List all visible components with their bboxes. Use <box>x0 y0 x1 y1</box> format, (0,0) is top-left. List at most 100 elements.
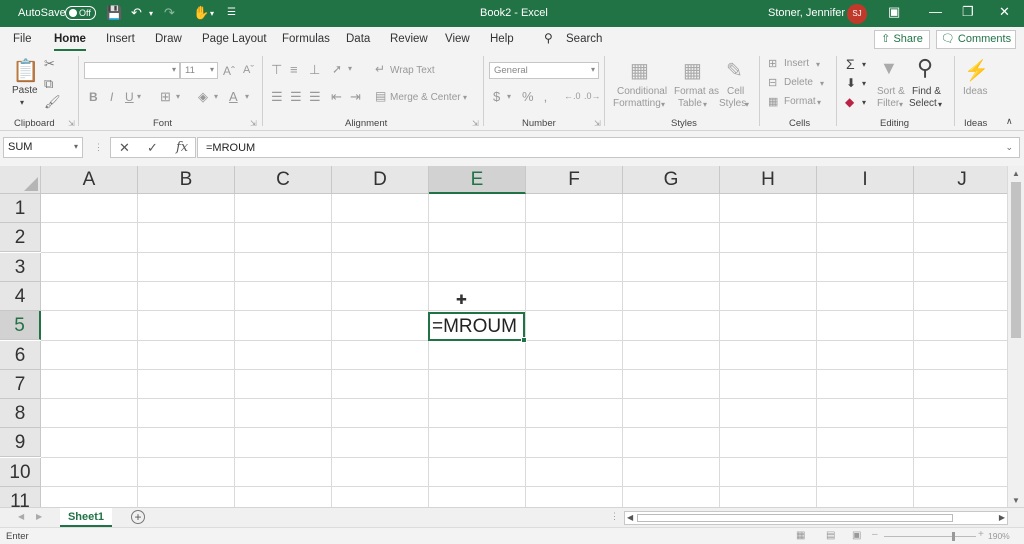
restore-icon[interactable]: ❐ <box>962 4 974 20</box>
fill-dropdown-icon[interactable]: ▾ <box>862 79 866 88</box>
share-button[interactable]: ⇧ Share <box>874 30 930 49</box>
merge-center-label[interactable]: Merge & Center <box>390 92 461 103</box>
autosum-icon[interactable]: Σ <box>846 56 855 72</box>
insert-cells-label[interactable]: Insert <box>784 58 809 69</box>
row-header-2[interactable]: 2 <box>0 223 41 253</box>
column-header-j[interactable]: J <box>914 166 1011 194</box>
tab-splitter-icon[interactable]: ⋮ <box>610 511 619 522</box>
vertical-scrollbar[interactable]: ▲ ▼ <box>1007 166 1024 507</box>
sort-filter-label[interactable]: Sort & <box>877 86 905 97</box>
row-header-9[interactable]: 9 <box>0 428 41 458</box>
clear-dropdown-icon[interactable]: ▾ <box>862 98 866 107</box>
touch-dropdown-icon[interactable]: ▾ <box>210 9 214 18</box>
decrease-decimal-icon[interactable]: .0→ <box>584 91 601 101</box>
fill-color-icon[interactable]: ◈ <box>198 89 208 105</box>
conditional-formatting-label[interactable]: Conditional <box>617 86 667 97</box>
column-header-b[interactable]: B <box>138 166 235 194</box>
formula-bar-splitter-icon[interactable]: ⋮ <box>94 142 103 153</box>
column-header-c[interactable]: C <box>235 166 332 194</box>
cancel-icon[interactable]: ✕ <box>119 140 130 156</box>
zoom-out-icon[interactable]: – <box>872 529 878 540</box>
horizontal-scrollbar[interactable]: ◀ ▶ <box>624 511 1008 525</box>
wrap-text-icon[interactable]: ↵ <box>375 62 385 76</box>
row-header-1[interactable]: 1 <box>0 194 41 223</box>
enter-icon[interactable]: ✓ <box>147 140 158 156</box>
conditional-formatting-icon[interactable]: ▦ <box>630 58 649 83</box>
autosum-dropdown-icon[interactable]: ▾ <box>862 60 866 69</box>
column-header-d[interactable]: D <box>332 166 429 194</box>
tab-view[interactable]: View <box>445 33 470 45</box>
decrease-indent-icon[interactable]: ⇤ <box>331 89 342 105</box>
tab-page-layout[interactable]: Page Layout <box>202 33 267 45</box>
comma-icon[interactable]: ‚ <box>544 89 547 104</box>
increase-decimal-icon[interactable]: ←.0 <box>564 91 581 101</box>
wrap-text-label[interactable]: Wrap Text <box>390 65 435 76</box>
page-break-view-icon[interactable]: ▣ <box>852 530 861 541</box>
bold-icon[interactable]: B <box>89 90 98 104</box>
currency-icon[interactable]: $ <box>493 89 500 104</box>
fill-handle[interactable] <box>521 337 527 343</box>
ribbon-display-icon[interactable]: ▣ <box>888 4 900 20</box>
tab-file[interactable]: File <box>13 33 32 45</box>
tab-insert[interactable]: Insert <box>106 33 135 45</box>
format-dropdown-icon[interactable]: ▾ <box>817 98 821 107</box>
touch-mode-icon[interactable]: ✋ <box>193 5 209 21</box>
number-launcher-icon[interactable]: ⇲ <box>594 119 601 128</box>
alignment-launcher-icon[interactable]: ⇲ <box>472 119 479 128</box>
search-label[interactable]: Search <box>566 33 602 45</box>
borders-icon[interactable]: ⊞ <box>160 89 171 105</box>
paste-icon[interactable]: 📋 <box>12 58 39 84</box>
underline-icon[interactable]: U <box>125 90 134 104</box>
align-left-icon[interactable]: ☰ <box>271 89 283 105</box>
zoom-level[interactable]: 190% <box>988 531 1010 541</box>
scrollbar-thumb[interactable] <box>1011 182 1021 338</box>
delete-cells-icon[interactable]: ⊟ <box>768 76 777 89</box>
sort-filter-label-2[interactable]: Filter <box>877 98 899 109</box>
ideas-icon[interactable]: ⚡ <box>964 58 989 83</box>
select-all-button[interactable] <box>0 166 41 194</box>
conditional-formatting-label-2[interactable]: Formatting <box>613 98 661 109</box>
row-header-7[interactable]: 7 <box>0 369 41 399</box>
find-select-label-2[interactable]: Select <box>909 98 937 109</box>
font-name-input[interactable]: ▾ <box>84 62 180 79</box>
cut-icon[interactable]: ✂ <box>44 56 55 72</box>
zoom-slider-thumb[interactable] <box>952 532 955 541</box>
align-right-icon[interactable]: ☰ <box>309 89 321 105</box>
tab-home[interactable]: Home <box>54 33 86 51</box>
ideas-button-label[interactable]: Ideas <box>963 86 987 97</box>
customize-qat-icon[interactable]: ☰ <box>227 7 236 18</box>
row-header-4[interactable]: 4 <box>0 281 41 311</box>
column-header-i[interactable]: I <box>817 166 914 194</box>
delete-cells-label[interactable]: Delete <box>784 77 813 88</box>
format-as-table-label[interactable]: Format as <box>674 86 719 97</box>
tab-help[interactable]: Help <box>490 33 514 45</box>
sort-dropdown-icon[interactable]: ▾ <box>899 100 903 109</box>
orientation-dropdown-icon[interactable]: ▾ <box>348 64 352 73</box>
scroll-up-icon[interactable]: ▲ <box>1012 169 1020 178</box>
increase-indent-icon[interactable]: ⇥ <box>350 89 361 105</box>
scroll-down-icon[interactable]: ▼ <box>1012 496 1020 505</box>
row-header-6[interactable]: 6 <box>0 340 41 370</box>
copy-icon[interactable]: ⧉ <box>44 76 53 92</box>
collapse-ribbon-icon[interactable]: ∧ <box>1006 116 1013 127</box>
tab-draw[interactable]: Draw <box>155 33 182 45</box>
format-cells-label[interactable]: Format <box>784 96 816 107</box>
next-sheet-icon[interactable]: ▶ <box>36 512 42 521</box>
avatar[interactable]: SJ <box>847 4 867 24</box>
zoom-slider[interactable] <box>884 536 976 537</box>
tab-review[interactable]: Review <box>390 33 428 45</box>
redo-icon[interactable]: ↷ <box>164 5 175 21</box>
undo-icon[interactable]: ↶ <box>131 5 142 21</box>
italic-icon[interactable]: I <box>110 90 113 104</box>
delete-dropdown-icon[interactable]: ▾ <box>820 79 824 88</box>
row-header-11[interactable]: 11 <box>0 487 41 507</box>
row-header-10[interactable]: 10 <box>0 457 41 487</box>
tab-data[interactable]: Data <box>346 33 370 45</box>
cell-styles-label[interactable]: Cell <box>727 86 744 97</box>
middle-align-icon[interactable]: ≡ <box>290 62 298 77</box>
cell-styles-icon[interactable]: ✎ <box>726 58 743 83</box>
scroll-right-icon[interactable]: ▶ <box>999 513 1005 522</box>
font-size-input[interactable]: 11 ▾ <box>180 62 218 79</box>
number-format-select[interactable]: General ▾ <box>489 62 599 79</box>
autosave-toggle[interactable]: Off <box>65 6 96 20</box>
